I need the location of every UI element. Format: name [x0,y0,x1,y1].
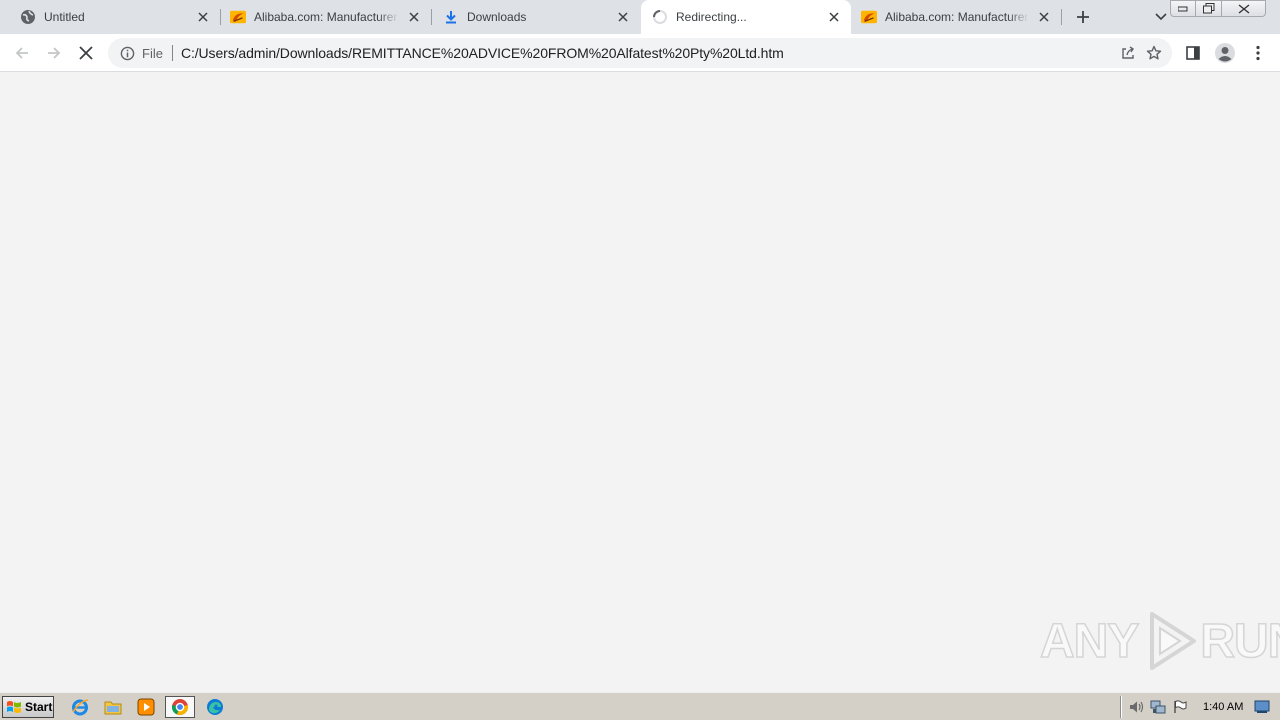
close-icon[interactable] [825,8,843,26]
kebab-menu-icon [1256,45,1260,61]
star-icon [1146,45,1162,60]
chrome-taskbar-icon[interactable] [165,696,195,718]
menu-button[interactable] [1245,40,1271,66]
plus-icon [1077,11,1089,23]
close-icon[interactable] [1035,8,1053,26]
close-icon[interactable] [614,8,632,26]
tab-title: Alibaba.com: Manufacturers, Suppliers [885,10,1029,24]
tab-alibaba-1[interactable]: Alibaba.com: Manufacturers, Suppliers [221,0,431,34]
start-button[interactable]: Start [2,696,54,718]
start-label: Start [25,700,53,714]
minimize-button[interactable] [1170,0,1196,17]
close-window-button[interactable] [1222,0,1266,17]
media-player-icon[interactable] [134,696,158,718]
tab-title: Untitled [44,10,85,24]
file-explorer-icon[interactable] [101,696,125,718]
tab-separator [1061,9,1062,25]
tab-untitled[interactable]: Untitled [0,0,220,34]
share-button[interactable] [1115,40,1141,66]
show-desktop-icon[interactable] [1251,697,1273,717]
network-icon[interactable] [1147,697,1169,717]
download-icon [443,9,459,25]
browser-toolbar: File C:/Users/admin/Downloads/REMITTANCE… [0,34,1280,72]
new-tab-button[interactable] [1071,5,1095,29]
tab-redirecting[interactable]: Redirecting... [641,0,851,34]
avatar-icon [1215,43,1235,63]
forward-button[interactable] [41,40,67,66]
tab-strip: Untitled Alibaba.com: Manufacturers, Sup… [0,0,1280,34]
tab-title: Redirecting... [676,10,747,24]
side-panel-icon [1186,46,1200,60]
action-center-flag-icon[interactable] [1169,697,1191,717]
tab-downloads[interactable]: Downloads [432,0,640,34]
tab-alibaba-2[interactable]: Alibaba.com: Manufacturers, Suppliers [852,0,1061,34]
alibaba-icon [861,9,877,25]
restore-button[interactable] [1196,0,1222,17]
side-panel-button[interactable] [1180,40,1206,66]
profile-button[interactable] [1212,40,1238,66]
restore-icon [1202,3,1214,14]
minimize-icon [1178,6,1188,11]
windows-taskbar: Start 1:40 AM [0,692,1280,720]
stop-loading-button[interactable] [73,40,99,66]
close-icon[interactable] [194,8,212,26]
windows-logo-icon [7,701,21,713]
share-icon [1122,46,1134,59]
stop-icon [79,46,93,60]
url-text[interactable]: C:/Users/admin/Downloads/REMITTANCE%20AD… [181,45,1115,61]
close-icon[interactable] [405,8,423,26]
info-icon[interactable] [118,44,136,62]
tab-title: Downloads [467,10,527,24]
taskbar-clock[interactable]: 1:40 AM [1203,701,1243,713]
watermark-text-right: RUN [1200,614,1280,669]
tray-separator [1120,696,1122,718]
page-content [0,72,1280,692]
back-button[interactable] [9,40,35,66]
bookmark-button[interactable] [1141,40,1167,66]
window-controls [1170,0,1266,17]
alibaba-icon [230,9,246,25]
address-bar[interactable]: File C:/Users/admin/Downloads/REMITTANCE… [108,38,1172,68]
anyrun-watermark: ANY RUN [1039,610,1280,672]
arrow-right-icon [48,47,61,59]
chevron-down-icon [1155,13,1167,21]
scheme-chip: File [142,45,163,61]
loading-spinner-icon [652,9,668,25]
close-icon [1238,3,1249,14]
internet-explorer-icon[interactable] [68,696,92,718]
omnibox-divider [171,45,173,61]
system-tray: 1:40 AM [1120,696,1280,718]
tab-title: Alibaba.com: Manufacturers, Suppliers [254,10,399,24]
volume-icon[interactable] [1125,697,1147,717]
globe-icon [20,9,36,25]
play-logo-icon [1150,612,1197,670]
edge-icon[interactable] [203,696,227,718]
watermark-text-left: ANY [1039,614,1140,669]
arrow-left-icon [15,47,28,59]
